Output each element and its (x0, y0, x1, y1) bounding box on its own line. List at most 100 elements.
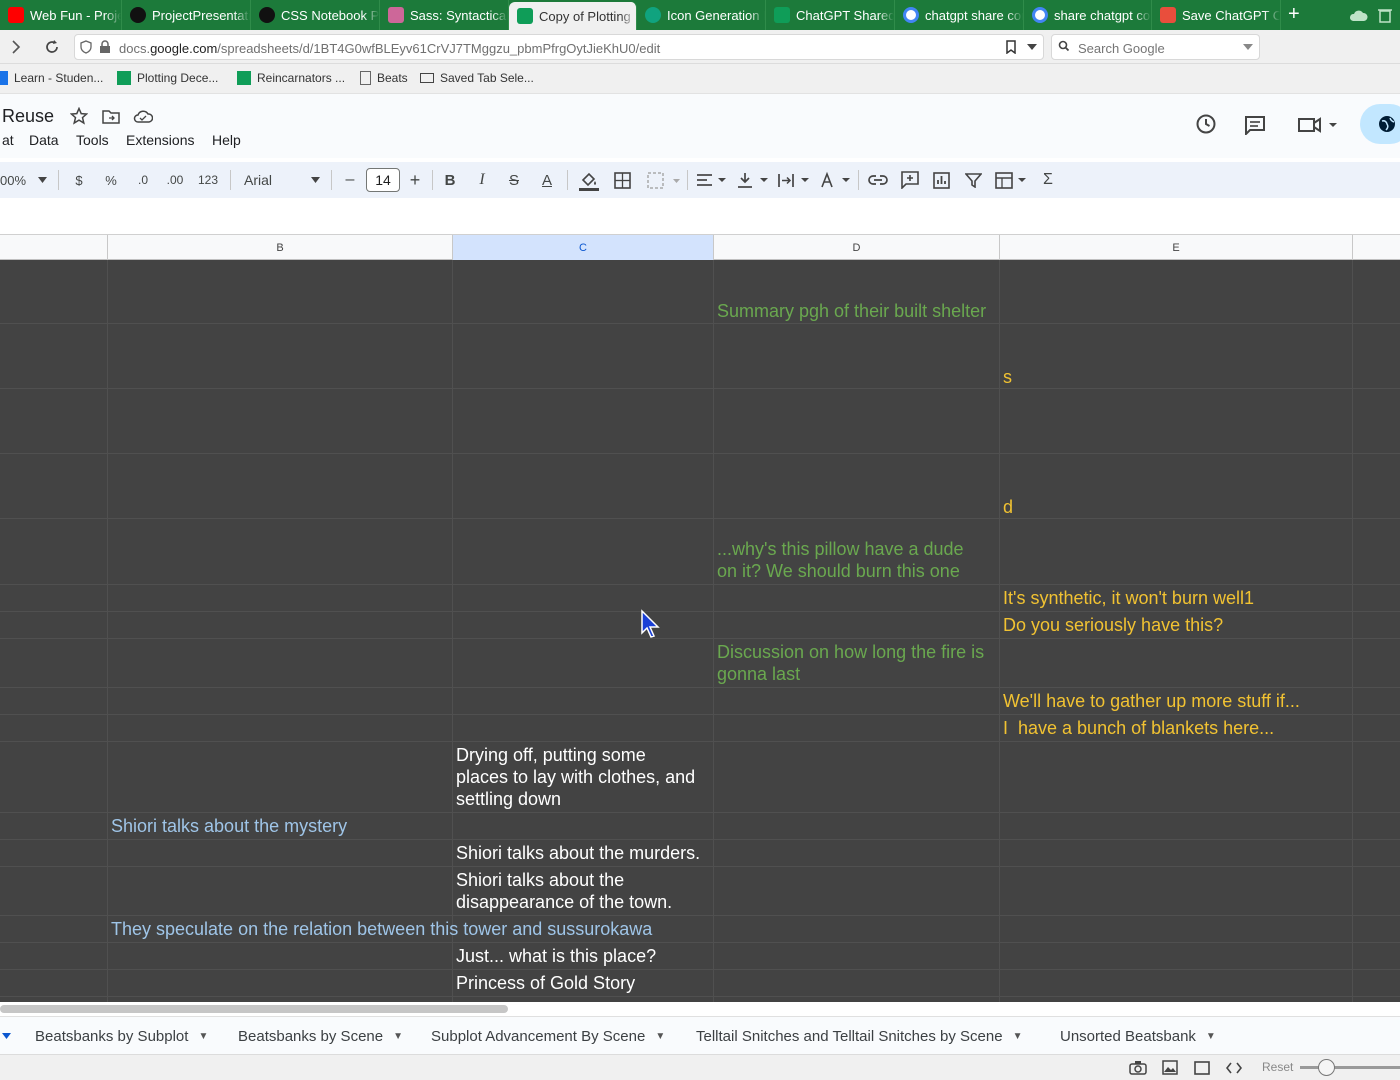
cell-c-princess[interactable]: Princess of Gold Story (456, 972, 635, 994)
cell-e-d[interactable]: d (1003, 496, 1013, 518)
cell-b-speculate[interactable]: They speculate on the relation between t… (111, 918, 652, 940)
filter-icon[interactable] (965, 173, 982, 188)
vertical-align-icon[interactable] (737, 171, 769, 190)
star-icon[interactable] (70, 107, 88, 125)
insert-comment-icon[interactable] (901, 171, 919, 189)
bookmark-item[interactable]: Learn - Studen... (0, 71, 103, 85)
browser-tab[interactable]: share chatgpt con (1024, 0, 1152, 30)
sheet-tab[interactable]: Beatsbanks by Scene ▼ (238, 1017, 403, 1055)
spreadsheet-grid[interactable]: Summary pgh of their built shelter s d .… (0, 260, 1400, 1002)
zoom-slider[interactable] (1300, 1066, 1400, 1069)
browser-tab[interactable]: Web Fun - Project (0, 0, 122, 30)
italic-button[interactable]: I (473, 162, 491, 198)
chevron-down-icon[interactable] (2, 1033, 11, 1039)
chevron-down-icon[interactable]: ▼ (198, 1031, 208, 1042)
bookmark-item[interactable]: Reincarnators ... (237, 71, 345, 85)
insert-chart-icon[interactable] (933, 172, 950, 189)
browser-tab[interactable]: ProjectPresentatio (122, 0, 251, 30)
cell-e-synthetic[interactable]: It's synthetic, it won't burn well1 (1003, 587, 1254, 609)
comment-icon[interactable] (1244, 115, 1266, 135)
browser-tab[interactable]: CSS Notebook Pa (251, 0, 380, 30)
browser-tab[interactable]: Sass: Syntactically (380, 0, 509, 30)
fill-color-icon[interactable] (578, 170, 600, 192)
bookmark-icon[interactable] (1005, 40, 1017, 54)
chevron-down-icon[interactable]: ▼ (1206, 1031, 1216, 1042)
increase-font-size-button[interactable]: + (406, 162, 424, 198)
cloud-status-icon[interactable] (133, 108, 153, 124)
more-formats-button[interactable]: 123 (195, 162, 221, 198)
cell-e-blankets[interactable]: I have a bunch of blankets here... (1003, 717, 1274, 739)
strikethrough-button[interactable]: S (505, 162, 523, 198)
cell-e-gather[interactable]: We'll have to gather up more stuff if... (1003, 690, 1300, 712)
chevron-down-icon[interactable]: ▼ (393, 1031, 403, 1042)
forward-icon[interactable] (10, 40, 22, 54)
font-select[interactable]: Arial (244, 162, 304, 198)
browser-tab[interactable]: Save ChatGPT Co (1152, 0, 1281, 30)
chevron-down-icon[interactable]: ▼ (655, 1031, 665, 1042)
share-button[interactable] (1360, 104, 1400, 144)
browser-tab[interactable]: Icon Generation Is (637, 0, 766, 30)
browser-tab[interactable]: chatgpt share con (895, 0, 1024, 30)
cell-e-s[interactable]: s (1003, 366, 1012, 388)
zoom-select[interactable]: 00% (0, 162, 34, 198)
column-header-e[interactable]: E (1000, 235, 1353, 260)
increase-decimal-button[interactable]: .00 (163, 162, 187, 198)
align-left-icon[interactable] (696, 172, 728, 189)
horizontal-scrollbar[interactable] (0, 1002, 1400, 1016)
functions-button[interactable]: Σ (1040, 162, 1056, 198)
chevron-down-icon[interactable]: ▼ (1013, 1031, 1023, 1042)
chevron-down-icon[interactable] (1243, 44, 1253, 50)
cell-b-mystery[interactable]: Shiori talks about the mystery (111, 815, 347, 837)
cell-e-seriously[interactable]: Do you seriously have this? (1003, 614, 1223, 636)
menu-data[interactable]: Data (29, 132, 59, 148)
reload-icon[interactable] (44, 39, 60, 55)
camera-icon[interactable] (1129, 1060, 1147, 1075)
zoom-reset-label[interactable]: Reset (1262, 1060, 1293, 1074)
menu-format[interactable]: at (2, 132, 14, 148)
address-bar[interactable]: docs.google.com/spreadsheets/d/1BT4G0wfB… (74, 34, 1044, 60)
cell-c-disappearance[interactable]: Shiori talks about the disappearance of … (456, 869, 672, 913)
bookmark-item[interactable]: Beats (360, 71, 408, 85)
history-icon[interactable] (1194, 113, 1218, 135)
formula-bar[interactable] (0, 198, 1400, 235)
search-input[interactable]: Search Google (1051, 34, 1260, 60)
cell-d-pillow[interactable]: ...why's this pillow have a dude on it? … (717, 538, 964, 582)
bookmark-item[interactable]: Saved Tab Sele... (420, 71, 534, 85)
sheet-tab[interactable]: Subplot Advancement By Scene ▼ (431, 1017, 665, 1055)
sheet-tab[interactable]: Beatsbanks by Subplot ▼ (35, 1017, 208, 1055)
new-tab-button[interactable]: + (1288, 3, 1300, 26)
text-color-button[interactable]: A (538, 162, 556, 198)
borders-icon[interactable] (614, 172, 631, 189)
browser-tab-active[interactable]: Copy of Plotting S (509, 2, 637, 30)
browser-tab[interactable]: ChatGPT Shared L (766, 0, 895, 30)
cell-d-discussion[interactable]: Discussion on how long the fire is gonna… (717, 641, 984, 685)
cell-c-drying[interactable]: Drying off, putting some places to lay w… (456, 744, 695, 810)
menu-extensions[interactable]: Extensions (126, 132, 194, 148)
column-header-c[interactable]: C (453, 235, 714, 260)
column-header-d[interactable]: D (714, 235, 1000, 260)
decrease-font-size-button[interactable]: – (341, 162, 359, 198)
cell-c-place[interactable]: Just... what is this place? (456, 945, 656, 967)
scrollbar-thumb[interactable] (0, 1005, 508, 1013)
merge-cells-icon[interactable] (647, 172, 681, 189)
insert-link-icon[interactable] (868, 174, 888, 186)
column-header-a[interactable] (0, 235, 108, 260)
menu-help[interactable]: Help (212, 132, 241, 148)
text-rotation-icon[interactable] (820, 171, 852, 190)
cell-c-murders[interactable]: Shiori talks about the murders. (456, 842, 700, 864)
sheet-tab[interactable]: Telltail Snitches and Telltail Snitches … (696, 1017, 1022, 1055)
table-view-icon[interactable] (995, 172, 1027, 189)
image-icon[interactable] (1162, 1060, 1178, 1075)
doc-title[interactable]: Reuse (2, 106, 54, 127)
trash-icon[interactable] (1378, 7, 1392, 23)
column-header-b[interactable]: B (108, 235, 453, 260)
window-icon[interactable] (1194, 1061, 1210, 1075)
move-folder-icon[interactable] (102, 108, 120, 124)
font-size-input[interactable]: 14 (366, 168, 400, 192)
currency-format-button[interactable]: $ (68, 162, 90, 198)
bookmark-item[interactable]: Plotting Dece... (117, 71, 218, 85)
decrease-decimal-button[interactable]: .0 (131, 162, 155, 198)
meet-icon[interactable] (1298, 116, 1340, 134)
sheet-tab[interactable]: Unsorted Beatsbank ▼ (1060, 1017, 1216, 1055)
percent-format-button[interactable]: % (100, 162, 122, 198)
